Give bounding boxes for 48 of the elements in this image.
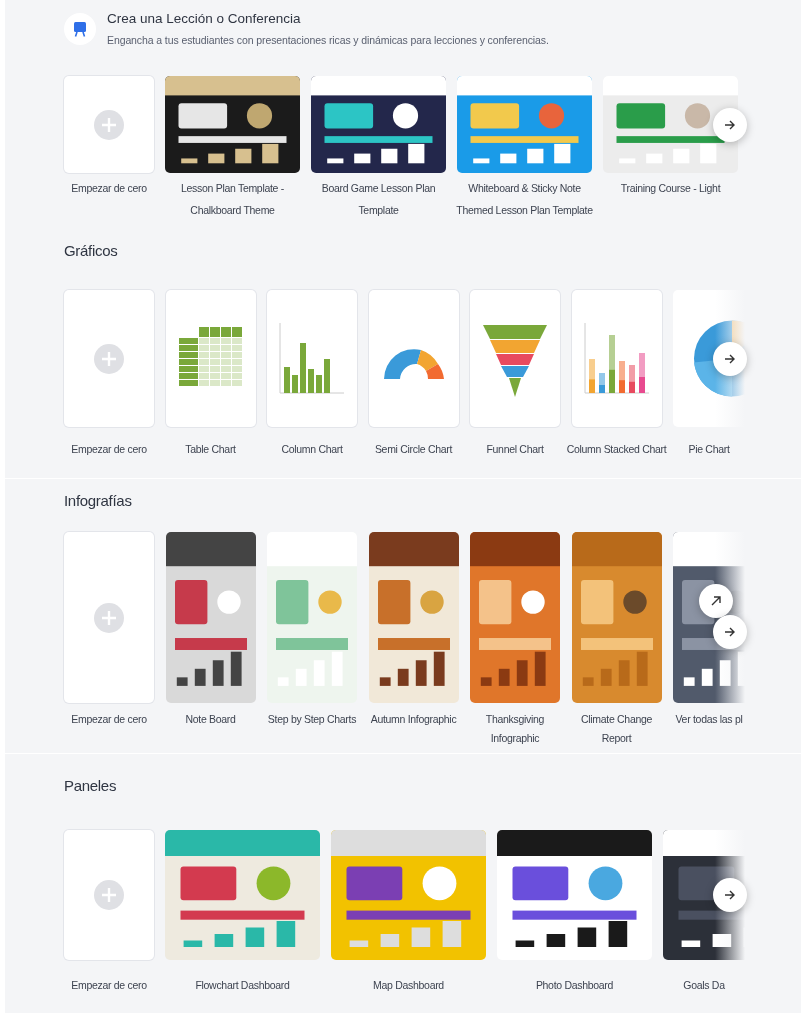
easel-icon bbox=[64, 13, 96, 45]
chart-card[interactable] bbox=[267, 290, 357, 427]
section-subtitle: Engancha a tus estudiantes con presentaciones ricas y dinámicas para lecciones y conferencias. bbox=[107, 33, 549, 48]
stacked-column-chart-drawing bbox=[584, 322, 649, 393]
chart-card[interactable] bbox=[470, 290, 560, 427]
arrow-right-icon bbox=[724, 352, 736, 365]
section-title: Gráficos bbox=[64, 241, 119, 261]
template-title[interactable]: Empezar de cero bbox=[71, 438, 147, 460]
template-title[interactable]: Training Course - Light bbox=[620, 177, 721, 199]
column-chart-drawing bbox=[279, 322, 345, 393]
arrow-right-icon bbox=[724, 625, 736, 638]
template-title[interactable]: Empezar de cero bbox=[71, 177, 147, 199]
plus-icon bbox=[94, 109, 124, 140]
template-title[interactable]: Step by Step Charts bbox=[267, 710, 357, 729]
template-title[interactable]: Funnel Chart bbox=[486, 438, 544, 460]
section-title: Paneles bbox=[64, 776, 118, 796]
table-chart-drawing bbox=[178, 326, 242, 386]
template-title[interactable]: Empezar de cero bbox=[71, 974, 147, 996]
section-title: Crea una Lección o Conferencia bbox=[107, 10, 302, 28]
template-title[interactable]: Table Chart bbox=[185, 438, 236, 460]
template-title[interactable]: Column Stacked Chart bbox=[566, 438, 667, 460]
semicircle-chart-drawing bbox=[383, 348, 444, 379]
template-title[interactable]: Autumn Infographic bbox=[370, 710, 457, 729]
arrow-right-icon bbox=[724, 118, 736, 131]
template-title[interactable]: Flowchart Dashboard bbox=[195, 974, 290, 996]
template-title[interactable]: Ver todas las pl bbox=[675, 710, 743, 729]
arrow-up-right-icon bbox=[710, 594, 722, 607]
template-title[interactable]: Board Game Lesson Plan Template bbox=[305, 177, 452, 221]
template-title[interactable]: Thanksgiving Infographic bbox=[464, 710, 566, 748]
template-title[interactable]: Column Chart bbox=[281, 438, 343, 460]
plus-icon bbox=[94, 343, 124, 374]
template-title[interactable]: Goals Da bbox=[683, 974, 725, 996]
template-title[interactable]: Photo Dashboard bbox=[535, 974, 614, 996]
chart-card[interactable] bbox=[368, 290, 459, 427]
template-title[interactable]: Lesson Plan Template - Chalkboard Theme bbox=[159, 177, 306, 221]
chart-card[interactable] bbox=[571, 290, 662, 427]
template-title[interactable]: Note Board bbox=[185, 710, 236, 729]
arrow-right-icon bbox=[724, 889, 736, 901]
template-title[interactable]: Pie Chart bbox=[688, 438, 730, 460]
template-title[interactable]: Climate Change Report bbox=[565, 710, 668, 748]
plus-icon bbox=[94, 602, 124, 633]
template-title[interactable]: Whiteboard & Sticky Note Themed Lesson Plan Template bbox=[451, 177, 598, 221]
template-title[interactable]: Empezar de cero bbox=[71, 710, 147, 729]
plus-icon bbox=[94, 880, 124, 910]
section-title: Infografías bbox=[64, 491, 133, 511]
template-title[interactable]: Map Dashboard bbox=[373, 974, 444, 996]
template-title[interactable]: Semi Circle Chart bbox=[374, 438, 453, 460]
chart-card[interactable] bbox=[165, 290, 256, 427]
